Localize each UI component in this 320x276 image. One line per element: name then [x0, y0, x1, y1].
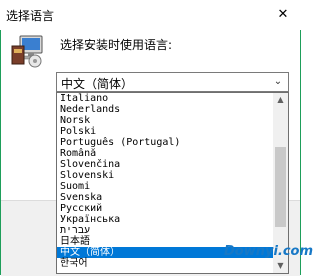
window-frame-right	[300, 30, 301, 275]
language-option[interactable]: 한국어	[57, 258, 273, 269]
scroll-down-arrow-icon[interactable]: ▼	[273, 259, 288, 273]
language-option[interactable]: Norsk	[57, 115, 273, 126]
scroll-up-arrow-icon[interactable]: ▲	[273, 93, 288, 107]
scroll-thumb[interactable]	[275, 147, 286, 227]
installer-computer-icon	[11, 35, 43, 68]
chevron-down-icon[interactable]: ⌄	[272, 76, 284, 88]
language-option[interactable]: Polski	[57, 126, 273, 137]
language-option[interactable]: Suomi	[57, 181, 273, 192]
language-option[interactable]: Русский	[57, 203, 273, 214]
language-option[interactable]: Română	[57, 148, 273, 159]
language-option[interactable]: Slovenčina	[57, 159, 273, 170]
language-option[interactable]: Nederlands	[57, 104, 273, 115]
language-combobox[interactable]: 中文（简体） ⌄	[56, 72, 289, 92]
close-button[interactable]: ✕	[265, 0, 301, 30]
language-option[interactable]: Português (Portugal)	[57, 137, 273, 148]
language-prompt: 选择安装时使用语言:	[60, 38, 173, 52]
language-option[interactable]: Українська	[57, 214, 273, 225]
window-title: 选择语言	[6, 9, 55, 23]
language-combobox-value: 中文（简体）	[61, 77, 134, 91]
title-bar: 选择语言 ✕	[0, 0, 301, 30]
language-list: Italiano Nederlands Norsk Polski Português (…	[57, 93, 273, 269]
language-option[interactable]: Svenska	[57, 192, 273, 203]
language-option[interactable]: Italiano	[57, 93, 273, 104]
language-option[interactable]: עברית	[57, 225, 273, 236]
language-option[interactable]: Slovenski	[57, 170, 273, 181]
watermark-logo: Downyi.com	[224, 244, 314, 259]
